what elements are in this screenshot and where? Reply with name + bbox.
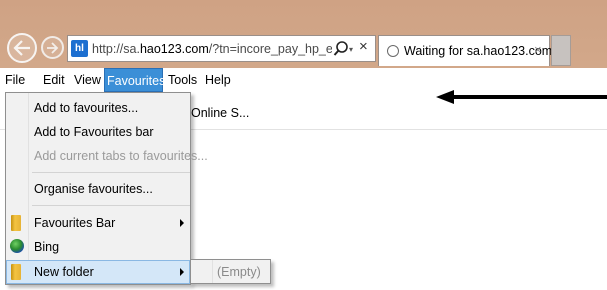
browser-chrome: hl http://sa.hao123.com/?tn=incore_pay_h… bbox=[0, 0, 607, 68]
folder-icon bbox=[11, 215, 21, 231]
tab-active[interactable]: Waiting for sa.hao123.com × bbox=[378, 35, 553, 66]
favorites-bar-item[interactable]: Online S... bbox=[191, 105, 249, 121]
new-folder-submenu: (Empty) bbox=[190, 259, 271, 284]
back-arrow-icon bbox=[13, 40, 30, 56]
menu-item-label: Add current tabs to favourites... bbox=[34, 149, 208, 163]
folder-icon bbox=[11, 264, 21, 280]
menu-item-label: New folder bbox=[34, 265, 94, 279]
menu-add-to-favourites[interactable]: Add to favourites... bbox=[6, 96, 190, 120]
search-icon[interactable] bbox=[333, 40, 349, 58]
menu-new-folder[interactable]: New folder bbox=[6, 260, 190, 284]
url-text[interactable]: http://sa.hao123.com/?tn=incore_pay_hp_e… bbox=[92, 41, 332, 58]
menu-item-label: Bing bbox=[34, 240, 60, 254]
back-button[interactable] bbox=[7, 33, 37, 63]
site-favicon-icon: hl bbox=[71, 40, 88, 57]
menu-add-current-tabs: Add current tabs to favourites... bbox=[6, 144, 208, 168]
menu-item-label: Favourites Bar bbox=[34, 216, 116, 230]
submenu-arrow-icon bbox=[180, 219, 184, 227]
url-domain: hao123.com bbox=[139, 42, 209, 56]
menu-item-label: Organise favourites... bbox=[34, 182, 153, 196]
annotation-arrow-icon bbox=[436, 90, 607, 104]
menu-organise-favourites[interactable]: Organise favourites... bbox=[6, 177, 190, 201]
menu-file[interactable]: File bbox=[3, 68, 29, 92]
menu-favourites[interactable]: Favourites bbox=[104, 68, 165, 92]
menu-bing[interactable]: Bing bbox=[6, 235, 190, 259]
menu-separator bbox=[32, 205, 190, 206]
address-dropdown-icon[interactable]: ▾ bbox=[349, 45, 353, 54]
stop-icon[interactable]: × bbox=[359, 38, 368, 55]
loading-spinner-icon bbox=[387, 45, 399, 57]
menu-favourites-bar-folder[interactable]: Favourites Bar bbox=[6, 211, 190, 235]
tab-close-icon[interactable]: × bbox=[534, 42, 542, 57]
submenu-empty-label: (Empty) bbox=[217, 265, 261, 279]
globe-icon bbox=[10, 239, 24, 253]
url-prefix: http://sa. bbox=[92, 42, 140, 56]
forward-arrow-icon bbox=[47, 41, 59, 54]
menu-separator bbox=[32, 172, 190, 173]
new-tab-button[interactable] bbox=[551, 35, 571, 66]
favourites-menu: Add to favourites... Add to Favourites b… bbox=[5, 92, 208, 285]
submenu-arrow-icon bbox=[180, 268, 184, 276]
menu-view[interactable]: View bbox=[67, 68, 101, 92]
menu-item-label: Add to favourites... bbox=[34, 101, 139, 115]
tab-title: Waiting for sa.hao123.com bbox=[404, 44, 553, 58]
address-bar[interactable]: hl http://sa.hao123.com/?tn=incore_pay_h… bbox=[67, 35, 376, 62]
menu-edit[interactable]: Edit bbox=[33, 68, 65, 92]
menu-add-to-favourites-bar[interactable]: Add to Favourites bar bbox=[6, 120, 190, 144]
url-rest: /?tn=incore_pay_hp_ex01_hao12 bbox=[208, 42, 332, 56]
menu-gutter bbox=[191, 260, 213, 283]
forward-button[interactable] bbox=[41, 36, 64, 59]
menu-help[interactable]: Help bbox=[203, 68, 233, 92]
menu-tools[interactable]: Tools bbox=[166, 68, 197, 92]
menu-item-label: Add to Favourites bar bbox=[34, 125, 154, 139]
